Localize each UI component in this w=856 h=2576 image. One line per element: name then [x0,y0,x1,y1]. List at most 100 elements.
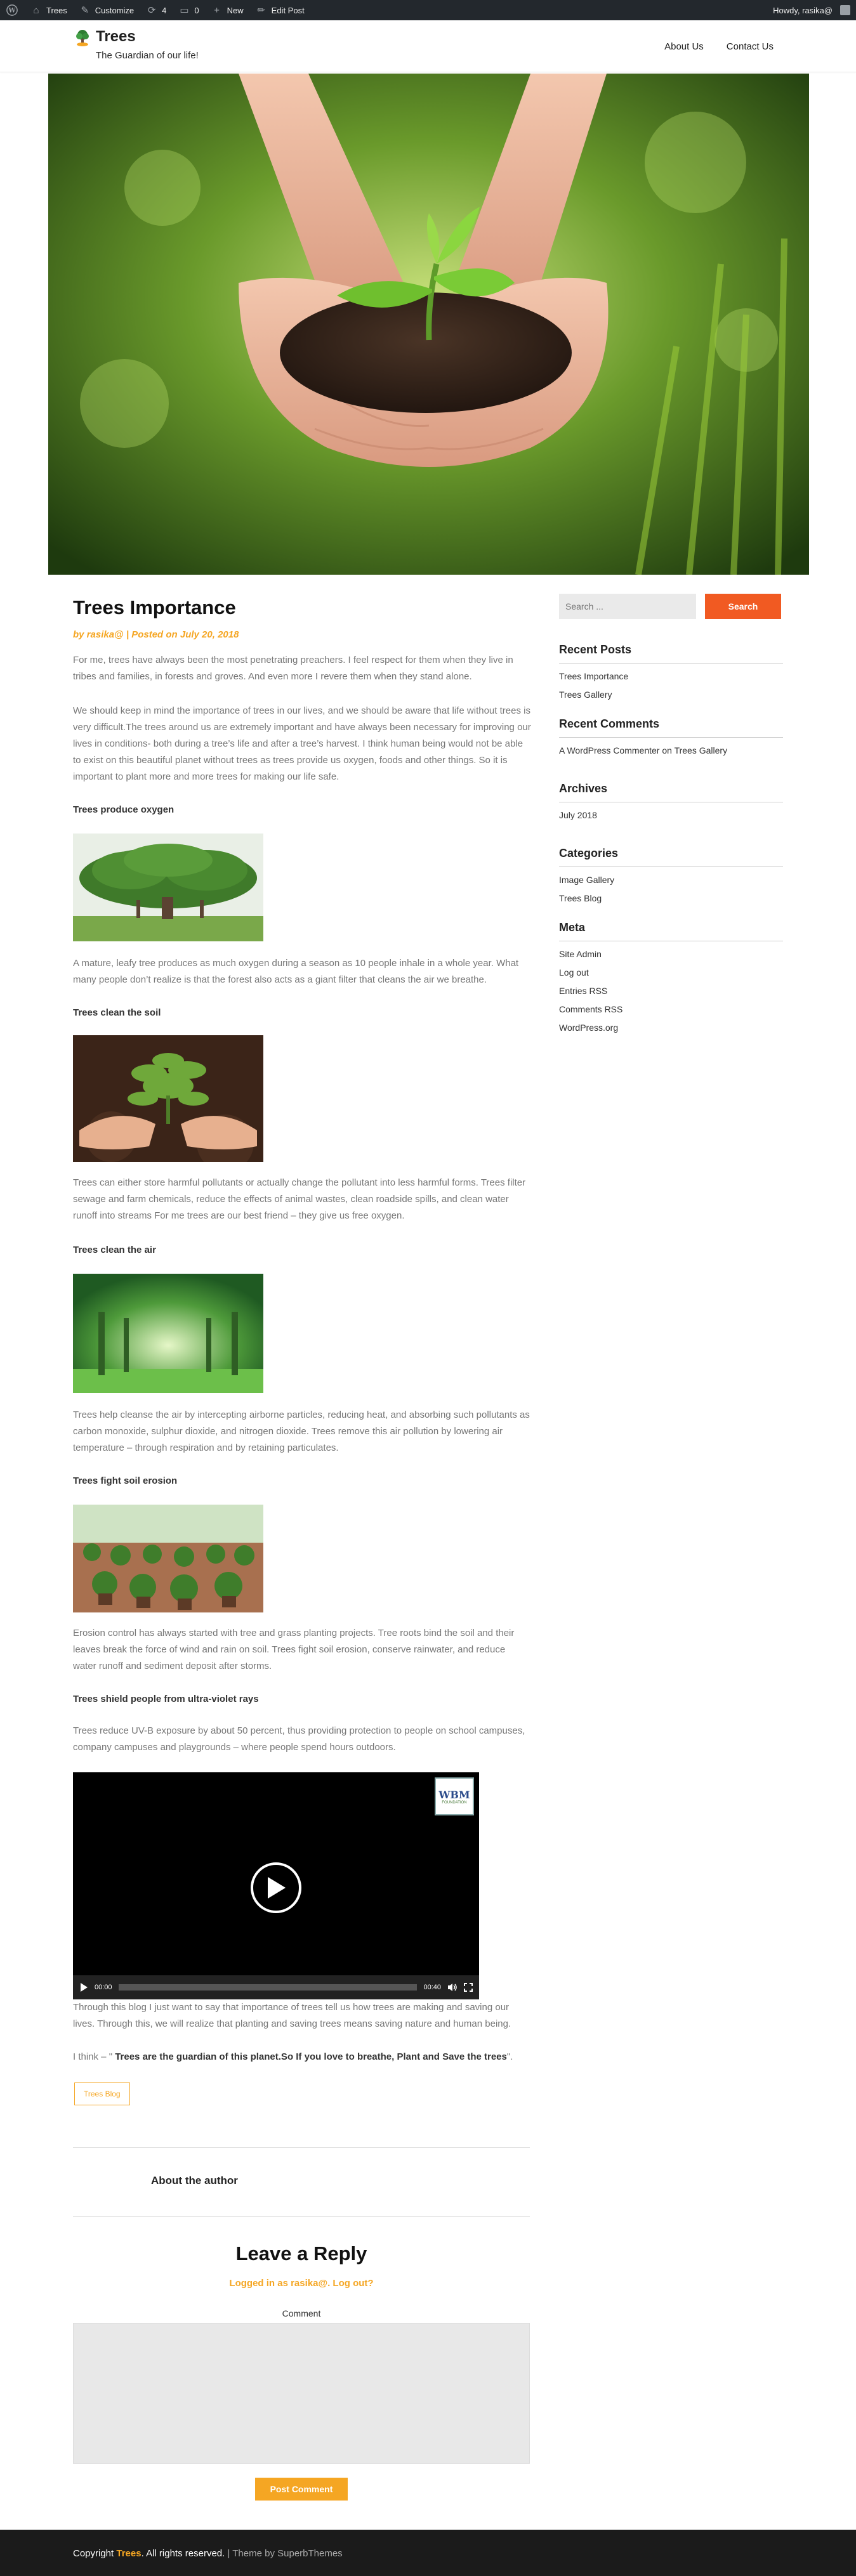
site-title[interactable]: Trees [96,28,136,46]
nav-item-about-us[interactable]: About Us [664,41,704,52]
site-header: Trees The Guardian of our life! About Us… [0,20,856,72]
quote-suffix: ". [506,2051,513,2062]
adminbar-my-account[interactable]: Howdy, rasika@ [767,0,856,20]
category-link[interactable]: Image Gallery [559,875,783,885]
post-title: Trees Importance [73,596,236,618]
adminbar-updates[interactable]: ⟳ 4 [140,0,172,20]
pencil-icon: ✏ [257,5,265,16]
video-duration: 00:40 [423,1984,441,1991]
meta-link-comments-rss[interactable]: Comments RSS [559,1004,783,1014]
comment-textarea[interactable] [73,2323,530,2464]
heading-trees-produce-oxygen: Trees produce oxygen [73,804,174,815]
meta-link-entries-rss[interactable]: Entries RSS [559,986,783,996]
quote-prefix: I think – " [73,2051,115,2062]
post-article: Trees Importance by rasika@ | Posted on … [73,590,530,640]
watermark-text: WBM [438,1788,470,1801]
post-comment-button[interactable]: Post Comment [255,2478,348,2501]
post-paragraph-erosion: Erosion control has always started with … [73,1628,515,1671]
video-watermark-logo: WBM FOUNDATION [435,1777,474,1815]
meta-link-wordpress-org[interactable]: WordPress.org [559,1023,783,1033]
footer-site-link[interactable]: Trees [116,2548,141,2559]
comment-label: Comment [282,2308,321,2318]
post-paragraph-air: Trees help cleanse the air by intercepti… [73,1409,530,1453]
site-name-label: Trees [46,5,67,15]
widget-title-recent-comments: Recent Comments [559,717,783,738]
plus-icon: + [214,4,220,16]
author-box-heading: About the author [151,2174,238,2187]
customize-label: Customize [95,5,135,15]
category-tag-trees-blog[interactable]: Trees Blog [74,2082,130,2105]
avatar [840,5,850,15]
widget-archives: Archives July 2018 [559,782,783,820]
watermark-subtext: FOUNDATION [442,1800,467,1805]
updates-icon: ⟳ [147,5,156,16]
footer-copyright: Copyright Trees. All rights reserved. | … [73,2548,343,2559]
image-hands-planting [73,1035,263,1172]
post-intro-paragraph: For me, trees have always been the most … [73,655,513,682]
post-paragraph-soil: Trees can either store harmful pollutant… [73,1177,526,1221]
meta-link-site-admin[interactable]: Site Admin [559,949,783,959]
post-quote-paragraph: I think – " Trees are the guardian of th… [73,2049,530,2065]
widget-recent-comments: Recent Comments A WordPress Commenter on… [559,717,783,755]
recent-post-link[interactable]: Trees Importance [559,671,783,681]
adminbar-comments[interactable]: ▭ 0 [172,0,204,20]
image-big-tree [73,834,263,941]
search-input[interactable] [559,594,696,619]
widget-title-categories: Categories [559,847,783,867]
heading-trees-fight-erosion: Trees fight soil erosion [73,1475,178,1486]
comment-post-link[interactable]: Trees Gallery [675,745,728,755]
svg-text:W: W [8,8,16,15]
quote-bold: Trees are the guardian of this planet.So… [115,2051,507,2062]
volume-icon[interactable] [447,1983,458,1992]
recent-comment-item: A WordPress Commenter on Trees Gallery [559,745,783,755]
adminbar-new[interactable]: + New [205,0,249,20]
logged-in-as-link[interactable]: Logged in as rasika@. Log out? [73,2278,530,2289]
site-logo[interactable] [74,29,91,47]
home-icon: ⌂ [33,4,39,16]
heading-trees-clean-air: Trees clean the air [73,1245,156,1255]
fullscreen-icon[interactable] [464,1983,473,1992]
admin-bar: W ⌂ Trees ✎ Customize ⟳ 4 ▭ 0 + New ✏ Ed… [0,0,856,20]
heading-trees-clean-soil: Trees clean the soil [73,1007,161,1018]
adminbar-edit-post[interactable]: ✏ Edit Post [249,0,310,20]
image-tree-tunnel [73,1274,263,1393]
play-small-icon[interactable] [79,1982,88,1992]
divider [73,2216,530,2217]
paintbrush-icon: ✎ [81,5,89,16]
copyright-rights: . All rights reserved. [141,2548,225,2559]
updates-count: 4 [162,5,167,15]
play-icon [268,1877,286,1899]
recent-post-link[interactable]: Trees Gallery [559,690,783,700]
theme-by-text: | Theme by [225,2548,278,2559]
widget-title-meta: Meta [559,921,783,941]
wordpress-menu[interactable]: W [0,0,24,20]
comment-author-link[interactable]: A WordPress Commenter [559,745,659,755]
adminbar-customize[interactable]: ✎ Customize [73,0,140,20]
adminbar-site-name[interactable]: ⌂ Trees [24,0,73,20]
post-meta[interactable]: by rasika@ | Posted on July 20, 2018 [73,629,530,640]
big-play-button[interactable] [251,1862,301,1913]
search-button[interactable]: Search [705,594,781,619]
widget-recent-posts: Recent Posts Trees Importance Trees Gall… [559,643,783,700]
theme-author-link[interactable]: SuperbThemes [277,2548,343,2559]
widget-title-archives: Archives [559,782,783,802]
reply-heading: Leave a Reply [235,2242,367,2265]
comment-bubble-icon: ▭ [180,5,189,16]
nav-item-contact-us[interactable]: Contact Us [727,41,774,52]
video-player[interactable]: WBM FOUNDATION 00:00 00:40 [73,1772,479,1999]
divider [73,2147,530,2148]
category-link[interactable]: Trees Blog [559,893,783,903]
heading-trees-shield-uv: Trees shield people from ultra-violet ra… [73,1694,259,1704]
widget-meta: Meta Site Admin Log out Entries RSS Comm… [559,921,783,1033]
meta-link-log-out[interactable]: Log out [559,967,783,977]
wordpress-logo-icon: W [6,4,18,16]
sidebar: Search Recent Posts Trees Importance Tre… [559,594,783,1041]
site-tagline: The Guardian of our life! [96,50,199,61]
post-conclusion-paragraph: Through this blog I just want to say tha… [73,2002,511,2029]
video-progress-bar[interactable] [118,1984,418,1991]
video-current-time: 00:00 [95,1984,112,1991]
howdy-label: Howdy, rasika@ [773,5,833,15]
primary-nav: About Us Contact Us [664,41,774,52]
archive-link[interactable]: July 2018 [559,810,783,820]
post-paragraph-uv: Trees reduce UV-B exposure by about 50 p… [73,1725,525,1753]
